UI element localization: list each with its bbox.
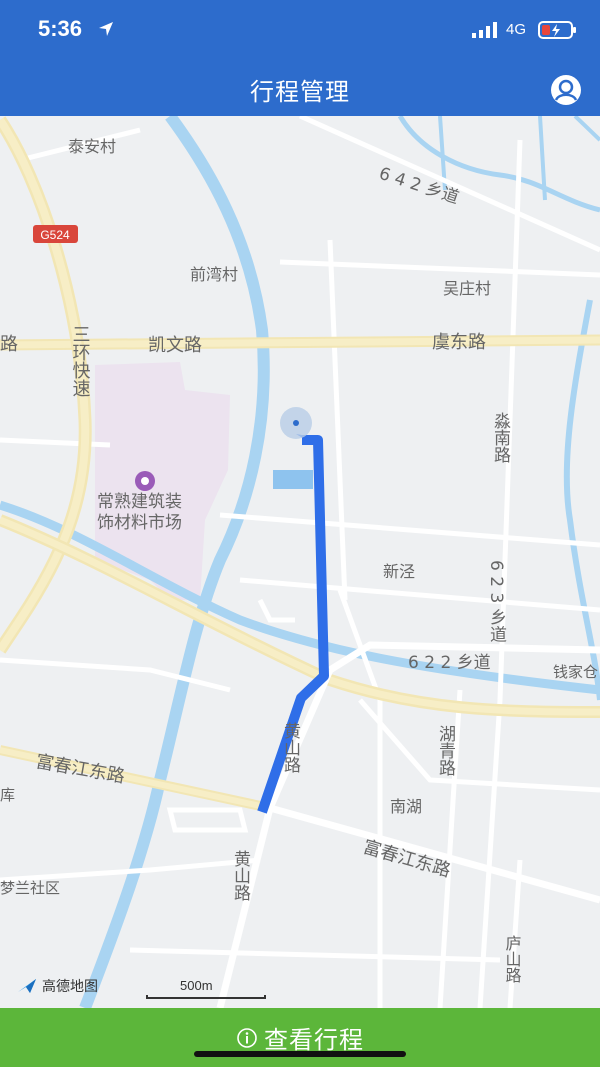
- pond: [273, 470, 313, 489]
- label-yudong: 虞东路: [432, 332, 486, 353]
- label-miaonan: 淼南路: [490, 412, 511, 463]
- map-canvas[interactable]: G524 泰安村 前湾村 吴庄村 6 4 2 乡道 凯文路 虞东路 路 三环快速…: [0, 116, 600, 1008]
- market-poi-icon-inner: [141, 477, 149, 485]
- label-huangshan2: 黄山路: [230, 850, 251, 901]
- label-ku: 库: [0, 786, 15, 804]
- network-type: 4G: [506, 21, 527, 38]
- label-menglan: 梦兰社区: [0, 879, 60, 897]
- status-bar: 5:36 4G: [0, 0, 600, 60]
- label-huangshan1: 黄山路: [280, 722, 301, 773]
- label-623: 6 2 3 乡道: [486, 560, 507, 643]
- label-qianwan: 前湾村: [190, 265, 238, 284]
- label-taian: 泰安村: [68, 137, 116, 156]
- status-time: 5:36: [38, 16, 83, 41]
- map-view[interactable]: G524 泰安村 前湾村 吴庄村 6 4 2 乡道 凯文路 虞东路 路 三环快速…: [0, 116, 600, 1008]
- view-trip-button[interactable]: 查看行程: [0, 1008, 600, 1067]
- label-market2: 饰材料市场: [97, 513, 182, 533]
- battery-icon: [538, 21, 576, 39]
- amap-logo-icon: [18, 979, 36, 993]
- info-circle-icon: [237, 1027, 257, 1048]
- label-wuzhuang: 吴庄村: [443, 279, 491, 298]
- label-huqing: 湖青路: [435, 725, 456, 776]
- g524-label: G524: [40, 228, 70, 242]
- label-qianjia: 钱家仓: [553, 663, 598, 681]
- map-scale: 500m: [146, 978, 266, 1000]
- page-title: 行程管理: [250, 78, 350, 106]
- location-arrow-icon: [99, 22, 113, 36]
- label-lushan: 庐山路: [503, 935, 522, 983]
- label-kaiwen: 凯文路: [148, 335, 202, 356]
- label-xinjing: 新泾: [383, 562, 415, 581]
- label-lu-left: 路: [0, 334, 18, 355]
- user-circle-icon[interactable]: [550, 74, 582, 106]
- signal-icon: [472, 22, 497, 38]
- header-bar: 5:36 4G 行程管理: [0, 0, 600, 116]
- scale-label: 500m: [180, 978, 213, 993]
- home-indicator: [194, 1051, 406, 1057]
- view-trip-label: 查看行程: [264, 1026, 364, 1054]
- label-market1: 常熟建筑装: [97, 491, 182, 512]
- location-dot: [293, 420, 299, 426]
- label-622: 6 2 2 乡道: [408, 653, 491, 673]
- map-provider-logo: 高德地图: [16, 976, 98, 996]
- label-nanhu: 南湖: [390, 797, 422, 816]
- scale-bar: [146, 995, 266, 999]
- map-provider-name: 高德地图: [42, 979, 98, 995]
- label-huan: 三环快速: [70, 325, 91, 397]
